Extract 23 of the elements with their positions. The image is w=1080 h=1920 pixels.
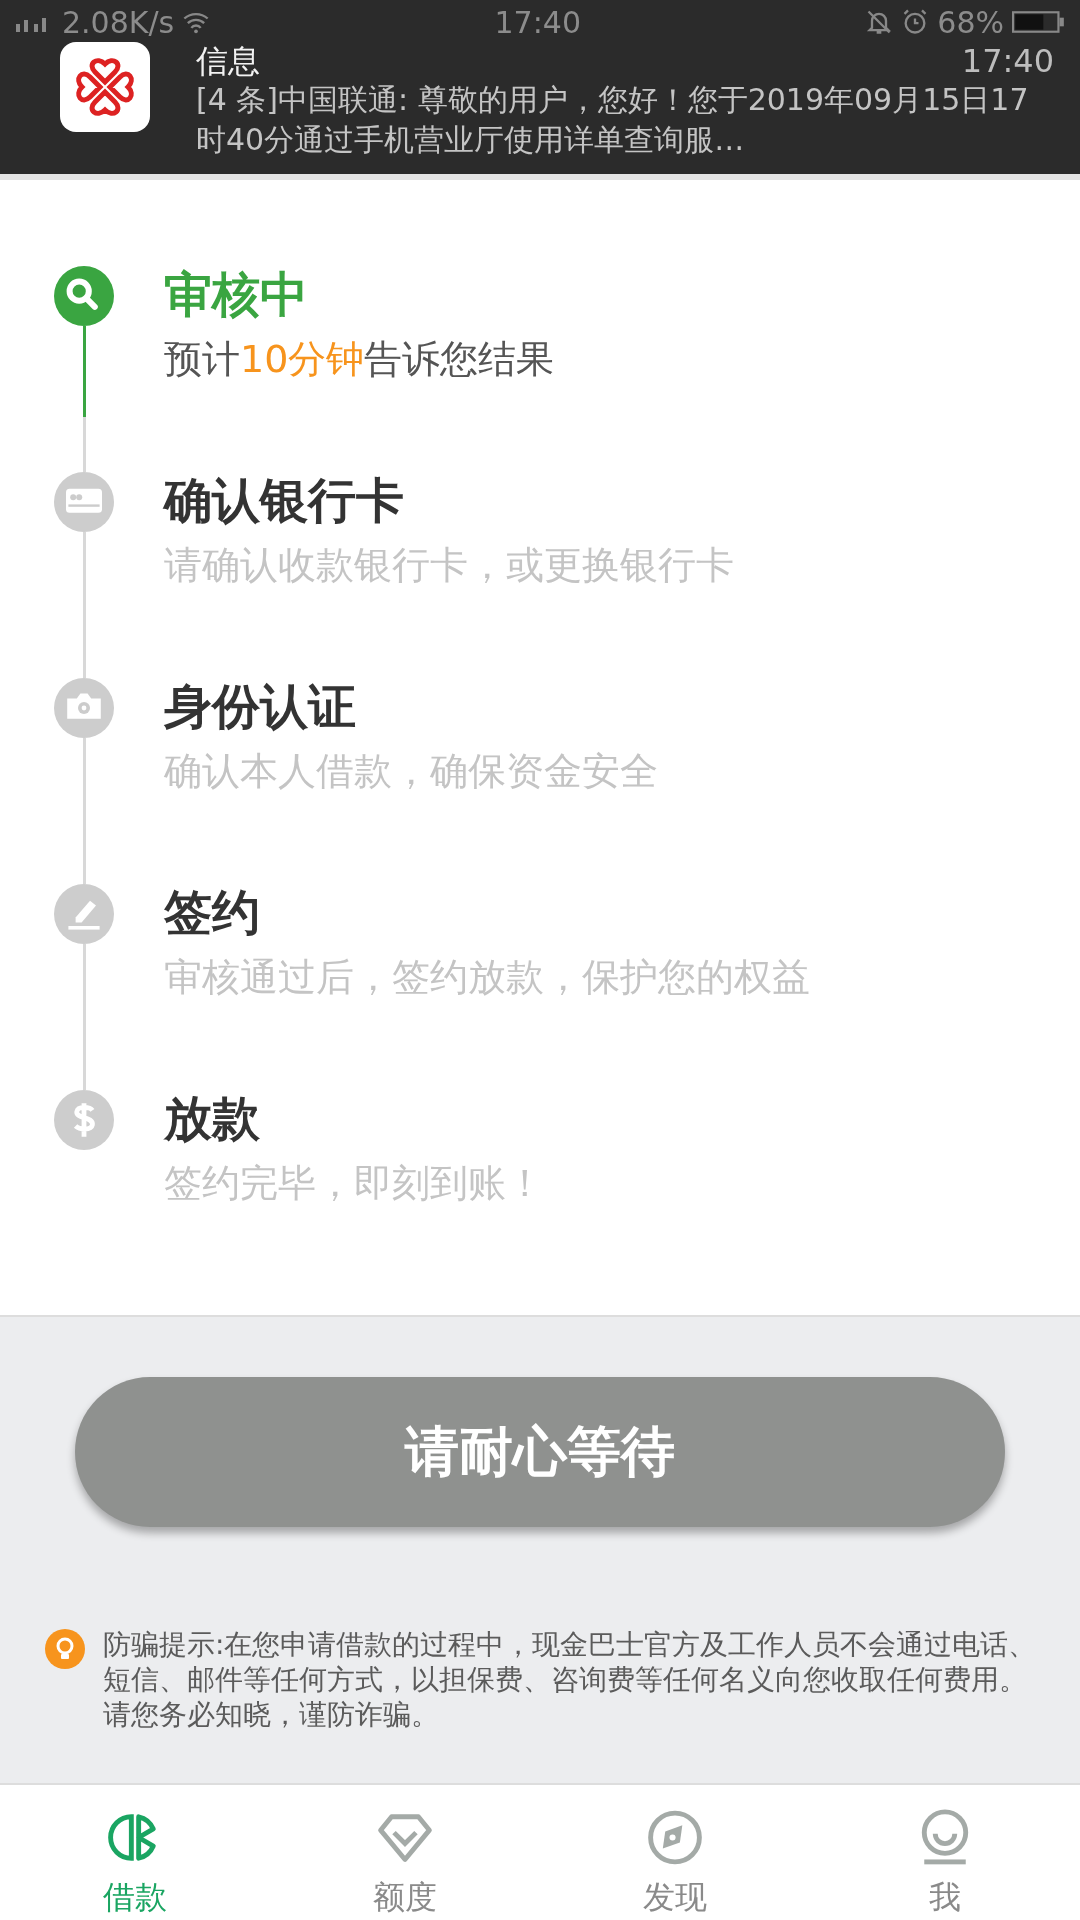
step-description: 请确认收款银行卡，或更换银行卡 bbox=[164, 542, 734, 589]
step-description: 预计10分钟告诉您结果 bbox=[164, 336, 555, 383]
step-title: 审核中 bbox=[164, 265, 309, 324]
nav-tab[interactable]: 额度 bbox=[270, 1785, 540, 1920]
step-title: 身份认证 bbox=[164, 677, 357, 736]
step-title: 放款 bbox=[164, 1089, 261, 1148]
step-title: 签约 bbox=[164, 883, 261, 942]
status-time: 17:40 bbox=[494, 4, 581, 40]
app-name: 信息 bbox=[196, 42, 260, 80]
nav-tab[interactable]: 借款 bbox=[0, 1785, 270, 1920]
step-title: 确认银行卡 bbox=[164, 471, 405, 530]
battery-icon bbox=[1012, 9, 1066, 35]
step-description: 签约完毕，即刻到账！ bbox=[164, 1160, 544, 1207]
notification-message[interactable]: [4 条]中国联通: 尊敬的用户，您好！您于2019年09月15日17时40分通过手机营业厅使用详单查询服… bbox=[196, 80, 1054, 160]
anti-fraud-notice: 防骗提示:在您申请借款的过程中，现金巴士官方及工作人员不会通过电话、短信、邮件等任何方式，以担保费、咨询费等任何名义向您收取任何费用。请您务必知晓，谨防诈骗。 bbox=[103, 1627, 1038, 1732]
nav-tab[interactable]: 发现 bbox=[540, 1785, 810, 1920]
notification-time: 17:40 bbox=[961, 42, 1054, 80]
lightbulb-icon bbox=[45, 1629, 85, 1669]
step-description: 审核通过后，签约放款，保护您的权益 bbox=[164, 954, 810, 1001]
step-description: 确认本人借款，确保资金安全 bbox=[164, 748, 658, 795]
battery-percent: 68% bbox=[937, 4, 1004, 40]
network-speed: 2.08K/s bbox=[62, 4, 175, 40]
nav-tab[interactable]: 我 bbox=[810, 1785, 1080, 1920]
